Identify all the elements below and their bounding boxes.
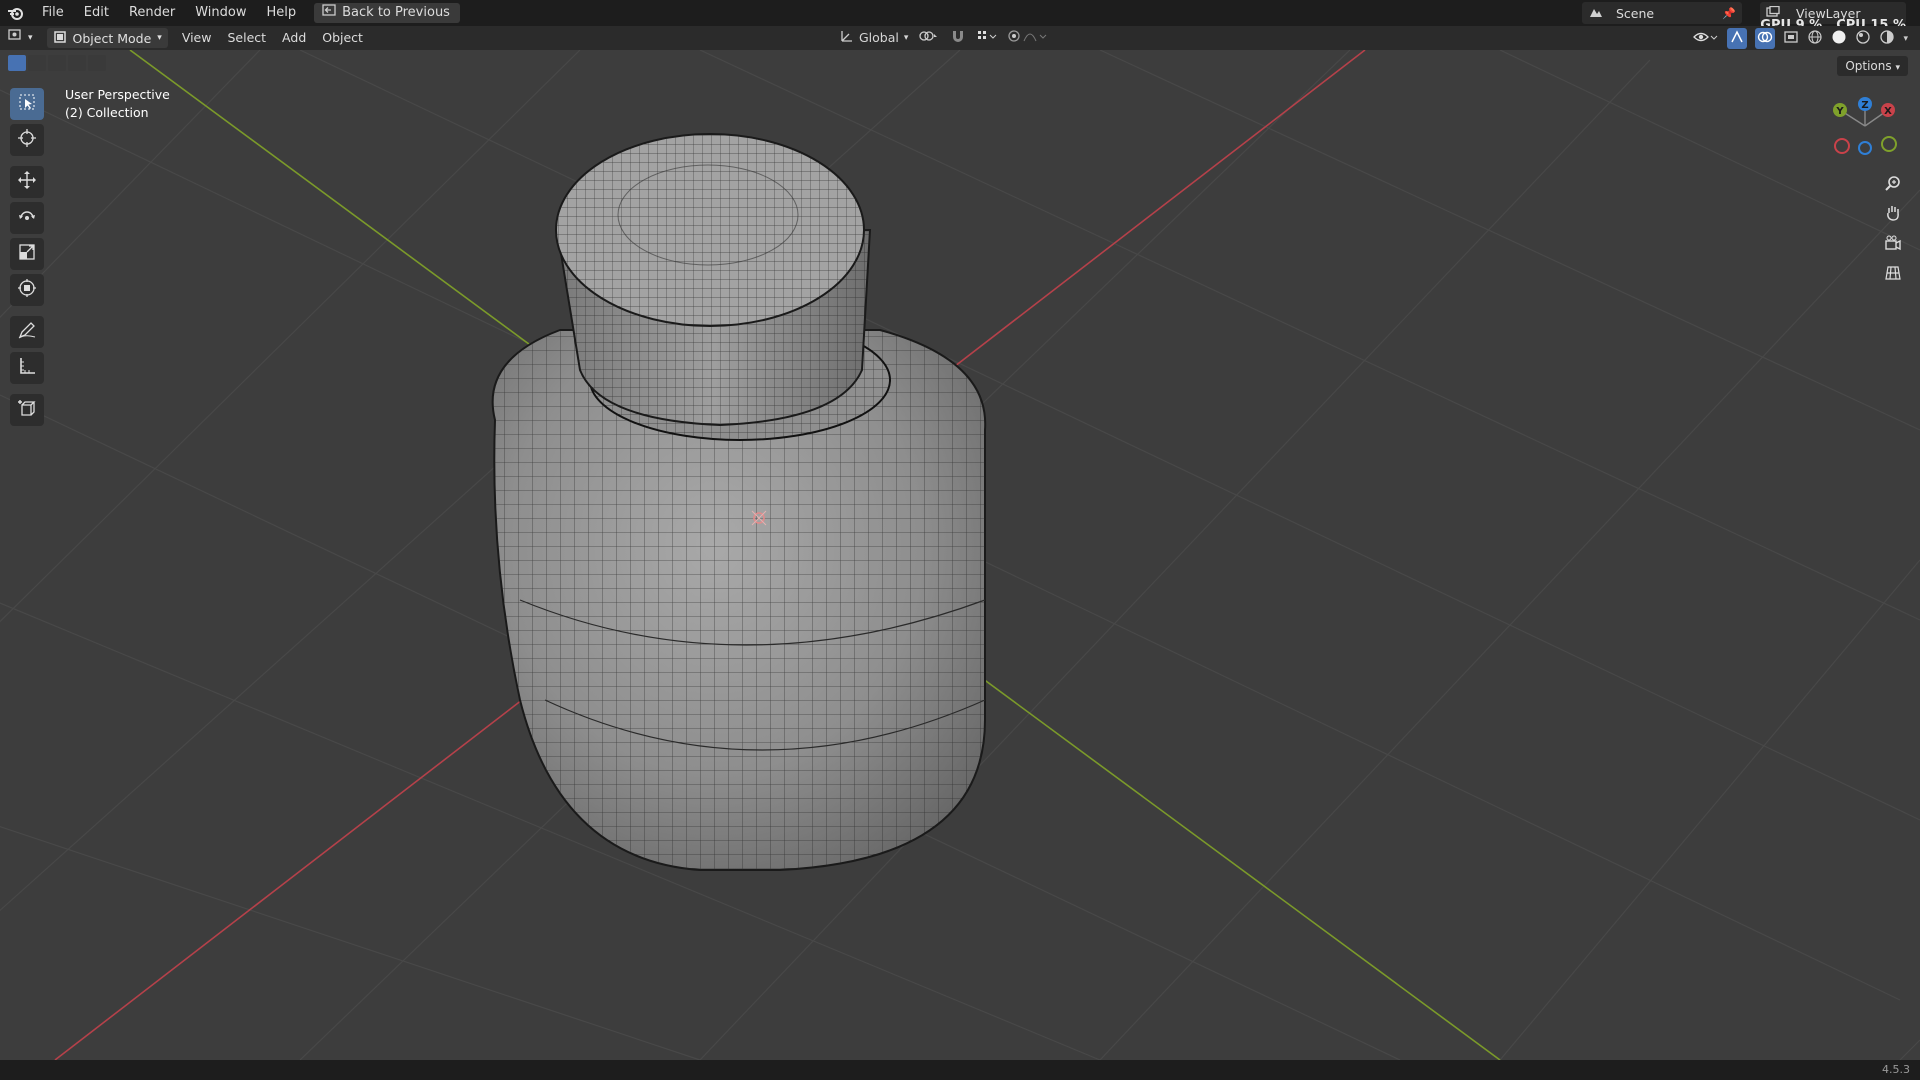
blender-logo-icon[interactable] bbox=[0, 0, 32, 26]
tool-shelf bbox=[8, 88, 46, 426]
selection-mode-bar bbox=[8, 55, 106, 71]
object-mode-icon bbox=[53, 30, 67, 47]
view-menu[interactable]: View bbox=[174, 28, 220, 48]
menu-help[interactable]: Help bbox=[257, 0, 307, 26]
select-extend-icon[interactable] bbox=[28, 55, 46, 71]
chevron-down-icon: ▾ bbox=[157, 33, 162, 43]
transform-icon bbox=[17, 278, 37, 302]
material-shading-icon[interactable] bbox=[1855, 29, 1871, 49]
scale-tool[interactable] bbox=[10, 238, 44, 270]
transform-orientation-select[interactable]: Global ▾ bbox=[840, 29, 908, 46]
neg-y-axis-handle[interactable] bbox=[1881, 136, 1897, 152]
perspective-grid-icon[interactable] bbox=[1878, 258, 1908, 288]
visibility-eye-icon[interactable] bbox=[1693, 29, 1719, 48]
object-mode-select[interactable]: Object Mode ▾ bbox=[46, 28, 168, 48]
screen-back-icon bbox=[322, 3, 336, 23]
select-intersect-icon[interactable] bbox=[88, 55, 106, 71]
z-axis-label: Z bbox=[1861, 100, 1868, 111]
object-menu[interactable]: Object bbox=[314, 28, 371, 48]
snap-magnet-icon[interactable] bbox=[950, 28, 966, 47]
pencil-icon bbox=[17, 320, 37, 344]
rotate-tool[interactable] bbox=[10, 202, 44, 234]
cursor-tool[interactable] bbox=[10, 124, 44, 156]
orientation-axis-icon bbox=[840, 29, 854, 46]
3d-viewport[interactable]: User Perspective (2) Collection bbox=[0, 50, 1920, 1060]
editor-type-button[interactable]: ▾ bbox=[0, 28, 41, 48]
version-label: 4.5.3 bbox=[1882, 1063, 1910, 1076]
zoom-magnifier-icon[interactable] bbox=[1878, 168, 1908, 198]
scene-name: Scene bbox=[1616, 5, 1655, 21]
select-menu[interactable]: Select bbox=[219, 28, 274, 48]
cursor-arrow-icon bbox=[18, 93, 36, 115]
pin-icon[interactable]: 📌 bbox=[1722, 7, 1736, 20]
camera-view-icon[interactable] bbox=[1878, 228, 1908, 258]
scale-icon bbox=[17, 242, 37, 266]
select-subtract-icon[interactable] bbox=[48, 55, 66, 71]
chevron-down-icon: ▾ bbox=[903, 32, 909, 43]
neg-x-axis-handle[interactable] bbox=[1834, 138, 1850, 154]
gizmo-toggle-icon[interactable] bbox=[1727, 28, 1748, 49]
active-collection: (2) Collection bbox=[65, 105, 149, 120]
neg-z-axis-handle[interactable] bbox=[1858, 141, 1872, 155]
status-bar: 4.5.3 bbox=[0, 1060, 1920, 1080]
options-label: Options bbox=[1845, 59, 1892, 73]
transform-tools: Global ▾ bbox=[840, 28, 1048, 47]
top-bar: File Edit Render Window Help Back to Pre… bbox=[0, 0, 1920, 33]
select-box-tool[interactable] bbox=[10, 88, 44, 120]
select-new-icon[interactable] bbox=[8, 55, 26, 71]
xray-toggle-icon[interactable] bbox=[1783, 29, 1799, 48]
move-arrows-icon bbox=[17, 170, 37, 194]
editor-type-icon bbox=[8, 28, 26, 48]
menu-edit[interactable]: Edit bbox=[74, 0, 119, 26]
rendered-shading-icon[interactable] bbox=[1879, 29, 1895, 49]
solid-shading-icon[interactable] bbox=[1831, 29, 1847, 49]
navigation-gizmo[interactable]: Y Z X bbox=[1830, 96, 1900, 156]
menu-render[interactable]: Render bbox=[119, 0, 185, 26]
overlays-icon[interactable] bbox=[1755, 28, 1776, 49]
proportional-edit-icon[interactable] bbox=[1008, 29, 1048, 46]
wireframe-shading-icon[interactable] bbox=[1807, 29, 1823, 49]
viewport-display-tools: ▾ bbox=[1693, 28, 1908, 49]
rotate-icon bbox=[17, 206, 37, 230]
viewport-scene bbox=[0, 50, 1920, 1060]
scene-selector[interactable]: Scene 📌 bbox=[1582, 2, 1742, 24]
chevron-down-icon: ▾ bbox=[1895, 63, 1900, 73]
back-to-previous-label: Back to Previous bbox=[342, 5, 450, 20]
ruler-icon bbox=[17, 356, 37, 380]
bottle-mesh[interactable] bbox=[491, 133, 987, 871]
menu-window[interactable]: Window bbox=[185, 0, 256, 26]
snap-increment-icon[interactable] bbox=[976, 29, 998, 46]
chevron-down-icon: ▾ bbox=[28, 33, 33, 43]
object-origin-icon bbox=[751, 510, 767, 526]
viewport-info: User Perspective (2) Collection bbox=[65, 86, 170, 122]
annotate-tool[interactable] bbox=[10, 316, 44, 348]
chevron-down-icon[interactable]: ▾ bbox=[1903, 34, 1908, 44]
crosshair-cursor-icon bbox=[17, 128, 37, 152]
x-axis-label: X bbox=[1884, 106, 1892, 117]
orientation-label: Global bbox=[859, 30, 899, 45]
view-name: User Perspective bbox=[65, 87, 170, 102]
measure-tool[interactable] bbox=[10, 352, 44, 384]
options-dropdown[interactable]: Options ▾ bbox=[1837, 56, 1908, 76]
add-cube-icon bbox=[17, 398, 37, 422]
scene-icon bbox=[1588, 5, 1604, 22]
add-cube-tool[interactable] bbox=[10, 394, 44, 426]
y-axis-label: Y bbox=[1835, 106, 1844, 117]
menu-file[interactable]: File bbox=[32, 0, 74, 26]
pivot-point-icon[interactable] bbox=[918, 29, 940, 46]
back-to-previous-button[interactable]: Back to Previous bbox=[314, 3, 460, 23]
select-invert-icon[interactable] bbox=[68, 55, 86, 71]
add-menu[interactable]: Add bbox=[274, 28, 314, 48]
move-tool[interactable] bbox=[10, 166, 44, 198]
pan-hand-icon[interactable] bbox=[1878, 198, 1908, 228]
object-mode-label: Object Mode bbox=[72, 30, 152, 46]
transform-tool[interactable] bbox=[10, 274, 44, 306]
